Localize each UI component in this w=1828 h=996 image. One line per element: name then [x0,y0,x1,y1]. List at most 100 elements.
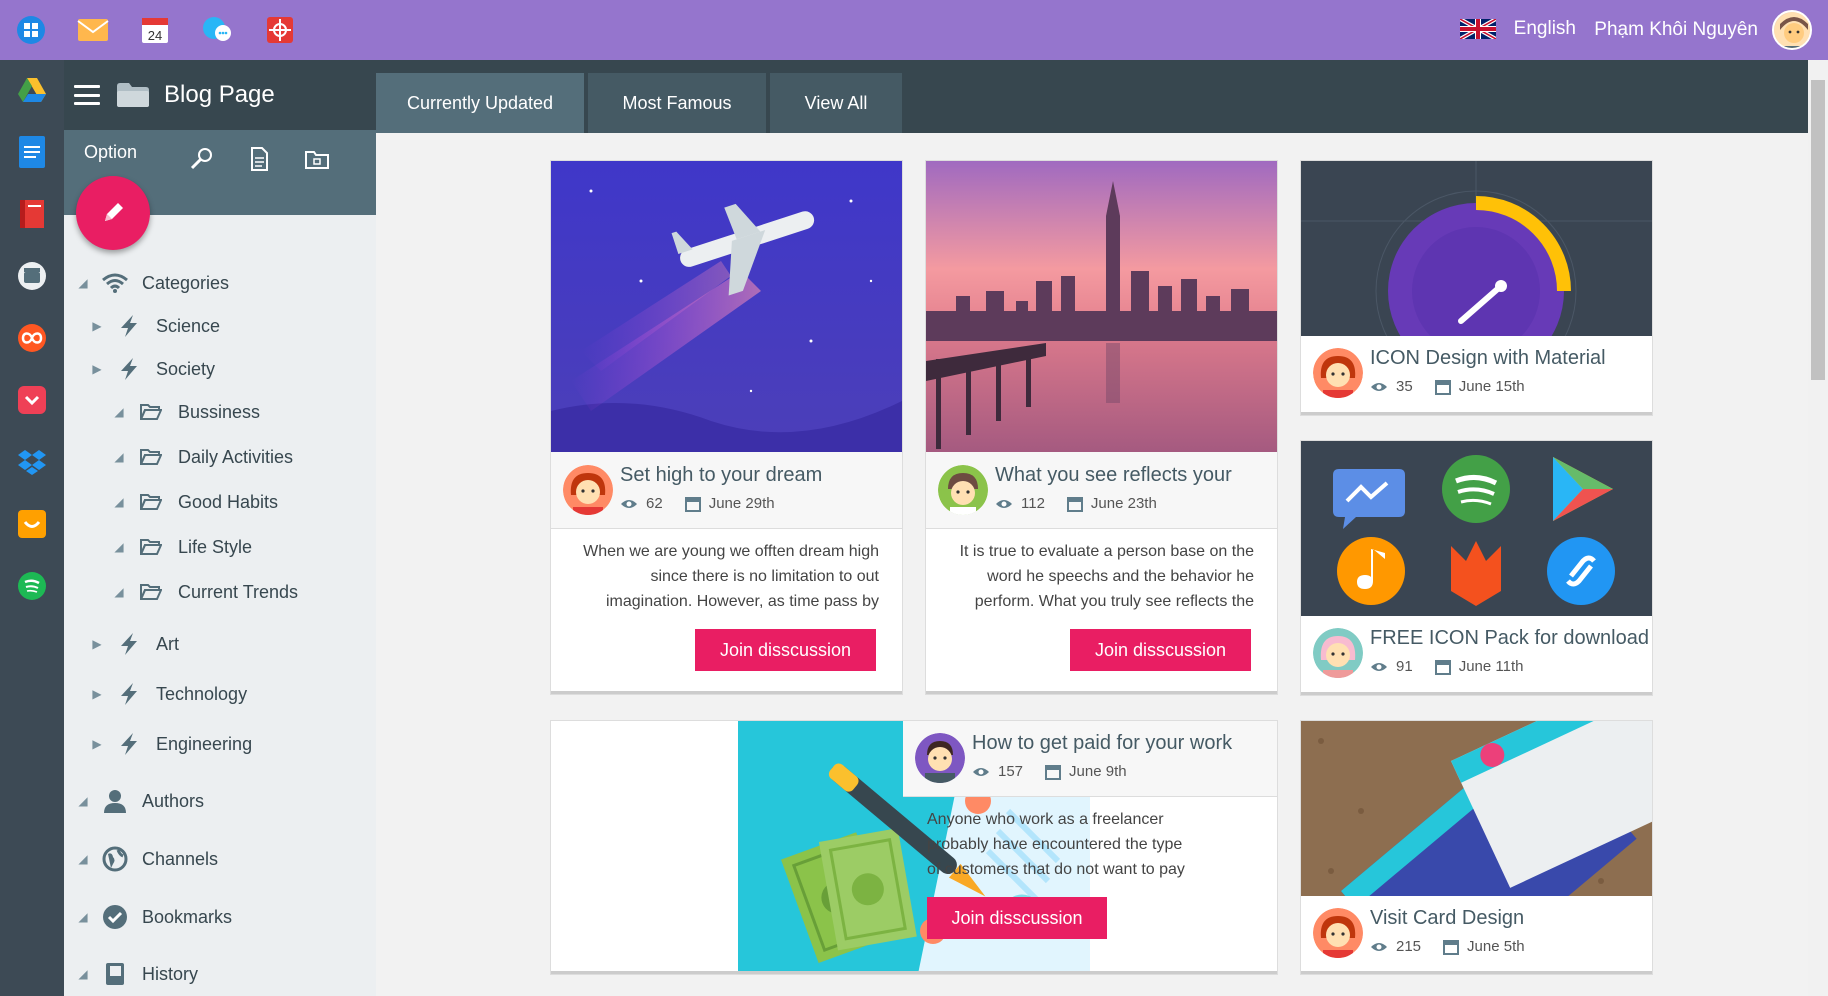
user-menu[interactable]: Phạm Khôi Nguyên [1594,10,1812,50]
clapper-icon[interactable] [14,258,50,294]
post-stats: 91 June 11th [1370,658,1523,675]
mail-icon[interactable] [74,11,112,49]
author-avatar[interactable] [563,465,613,515]
post-title[interactable]: Set high to your dream [620,464,822,487]
tab-view-all[interactable]: View All [770,73,902,133]
tree-item-label: Good Habits [178,491,279,512]
folder-open-icon [138,399,164,425]
post-date: June 5th [1467,938,1525,955]
windows-icon[interactable] [12,11,50,49]
tree-item-channels[interactable]: ◢ Channels [76,842,218,876]
tree-item-label: Categories [142,272,230,293]
tree-item-art[interactable]: ▶ Art [90,627,179,661]
post-card[interactable]: FREE ICON Pack for download 91 June 11th [1301,441,1652,695]
eye-icon [1371,382,1387,391]
author-avatar[interactable] [1313,348,1363,398]
post-title[interactable]: ICON Design with Material [1370,347,1606,370]
view-count: 62 [646,495,663,512]
tree-item-label: Engineering [156,733,253,754]
tree-item-label: History [142,963,199,984]
chat-icon[interactable] [198,11,236,49]
join-discussion-button[interactable]: Join disscussion [695,629,876,671]
bolt-icon [116,356,142,382]
eye-icon [1371,662,1387,671]
sidebar-header: Blog Page [64,60,376,130]
tree-item-daily-activities[interactable]: ◢ Daily Activities [112,440,293,474]
post-title[interactable]: What you see reflects your [995,464,1232,487]
material-icon-image [1301,161,1652,336]
post-title[interactable]: Visit Card Design [1370,907,1524,930]
post-card[interactable]: Set high to your dream 62 June 29th When… [551,161,902,694]
folder-open-icon [138,579,164,605]
ikea-icon[interactable] [14,506,50,542]
scrollbar-thumb[interactable] [1811,80,1825,380]
post-meta: ICON Design with Material 35 June 15th [1301,336,1652,412]
top-bar: 24 English Phạm Khôi Nguyên [0,0,1828,60]
docs-icon[interactable] [14,134,50,170]
tree-item-categories[interactable]: ◢ Categories [76,266,229,300]
post-card[interactable]: How to get paid for your work 157 June 9… [551,721,1277,974]
infinity-icon[interactable] [14,320,50,356]
tree-item-current-trends[interactable]: ◢ Current Trends [112,575,298,609]
eye-icon [996,499,1012,508]
author-avatar[interactable] [1313,628,1363,678]
tree-item-bookmarks[interactable]: ◢ Bookmarks [76,900,232,934]
tree-item-bussiness[interactable]: ◢ Bussiness [112,395,260,429]
author-avatar[interactable] [938,465,988,515]
language-label: English [1513,18,1576,39]
post-excerpt: Anyone who work as a freelancer probably… [927,811,1185,878]
business-card-image [1301,721,1652,896]
tree-item-label: Society [156,358,216,379]
tree-item-engineering[interactable]: ▶ Engineering [90,727,252,761]
folder-outline-icon[interactable] [304,146,330,172]
post-title[interactable]: How to get paid for your work [972,732,1232,755]
drive-icon[interactable] [14,72,50,108]
post-card[interactable]: ICON Design with Material 35 June 15th [1301,161,1652,415]
post-excerpt: It is true to evaluate a person base on … [959,543,1254,610]
sidebar: Blog Page Option ◢ Categories ▶ Science … [64,60,376,996]
vertical-scrollbar[interactable] [1808,60,1828,996]
document-icon[interactable] [246,146,272,172]
author-avatar[interactable] [1313,908,1363,958]
tree-item-science[interactable]: ▶ Science [90,309,220,343]
post-date: June 11th [1458,658,1524,675]
pocket-icon[interactable] [14,382,50,418]
spotify-icon[interactable] [14,568,50,604]
tree-item-authors[interactable]: ◢ Authors [76,784,204,818]
wrench-icon[interactable] [188,146,214,172]
dropbox-icon[interactable] [14,444,50,480]
book-icon[interactable] [14,196,50,232]
tree-item-life-style[interactable]: ◢ Life Style [112,530,252,564]
tree-item-history[interactable]: ◢ History [76,957,198,991]
post-card[interactable]: Visit Card Design 215 June 5th [1301,721,1652,974]
post-date: June 15th [1458,378,1525,395]
tab-most-famous[interactable]: Most Famous [588,73,766,133]
post-card[interactable]: What you see reflects your 112 June 23th… [926,161,1277,694]
compose-button[interactable] [76,176,150,250]
tree-item-label: Authors [142,790,205,811]
tree-item-label: Channels [142,848,219,869]
gift-icon[interactable] [261,11,299,49]
author-avatar[interactable] [915,733,965,783]
tree-item-label: Life Style [178,536,253,557]
join-discussion-button[interactable]: Join disscussion [1070,629,1251,671]
language-selector[interactable]: English [1459,18,1576,40]
post-meta: Visit Card Design 215 June 5th [1301,896,1652,971]
join-discussion-button[interactable]: Join disscussion [927,897,1107,939]
post-title[interactable]: FREE ICON Pack for download [1370,627,1649,650]
option-label: Option [84,142,138,162]
tree-item-society[interactable]: ▶ Society [90,352,215,386]
uk-flag-icon [1459,19,1496,39]
username: Phạm Khôi Nguyên [1594,19,1758,40]
tab-currently-updated[interactable]: Currently Updated [376,73,584,133]
avatar[interactable] [1772,10,1812,50]
menu-icon[interactable] [74,85,100,105]
tree-item-good-habits[interactable]: ◢ Good Habits [112,485,278,519]
tree-item-technology[interactable]: ▶ Technology [90,677,247,711]
calendar-icon[interactable]: 24 [136,11,174,49]
icon-pack-image [1301,441,1652,616]
city-skyline-image [926,161,1277,452]
folder-open-icon [138,489,164,515]
post-meta: Set high to your dream 62 June 29th [551,452,902,529]
folder-icon [117,83,149,107]
